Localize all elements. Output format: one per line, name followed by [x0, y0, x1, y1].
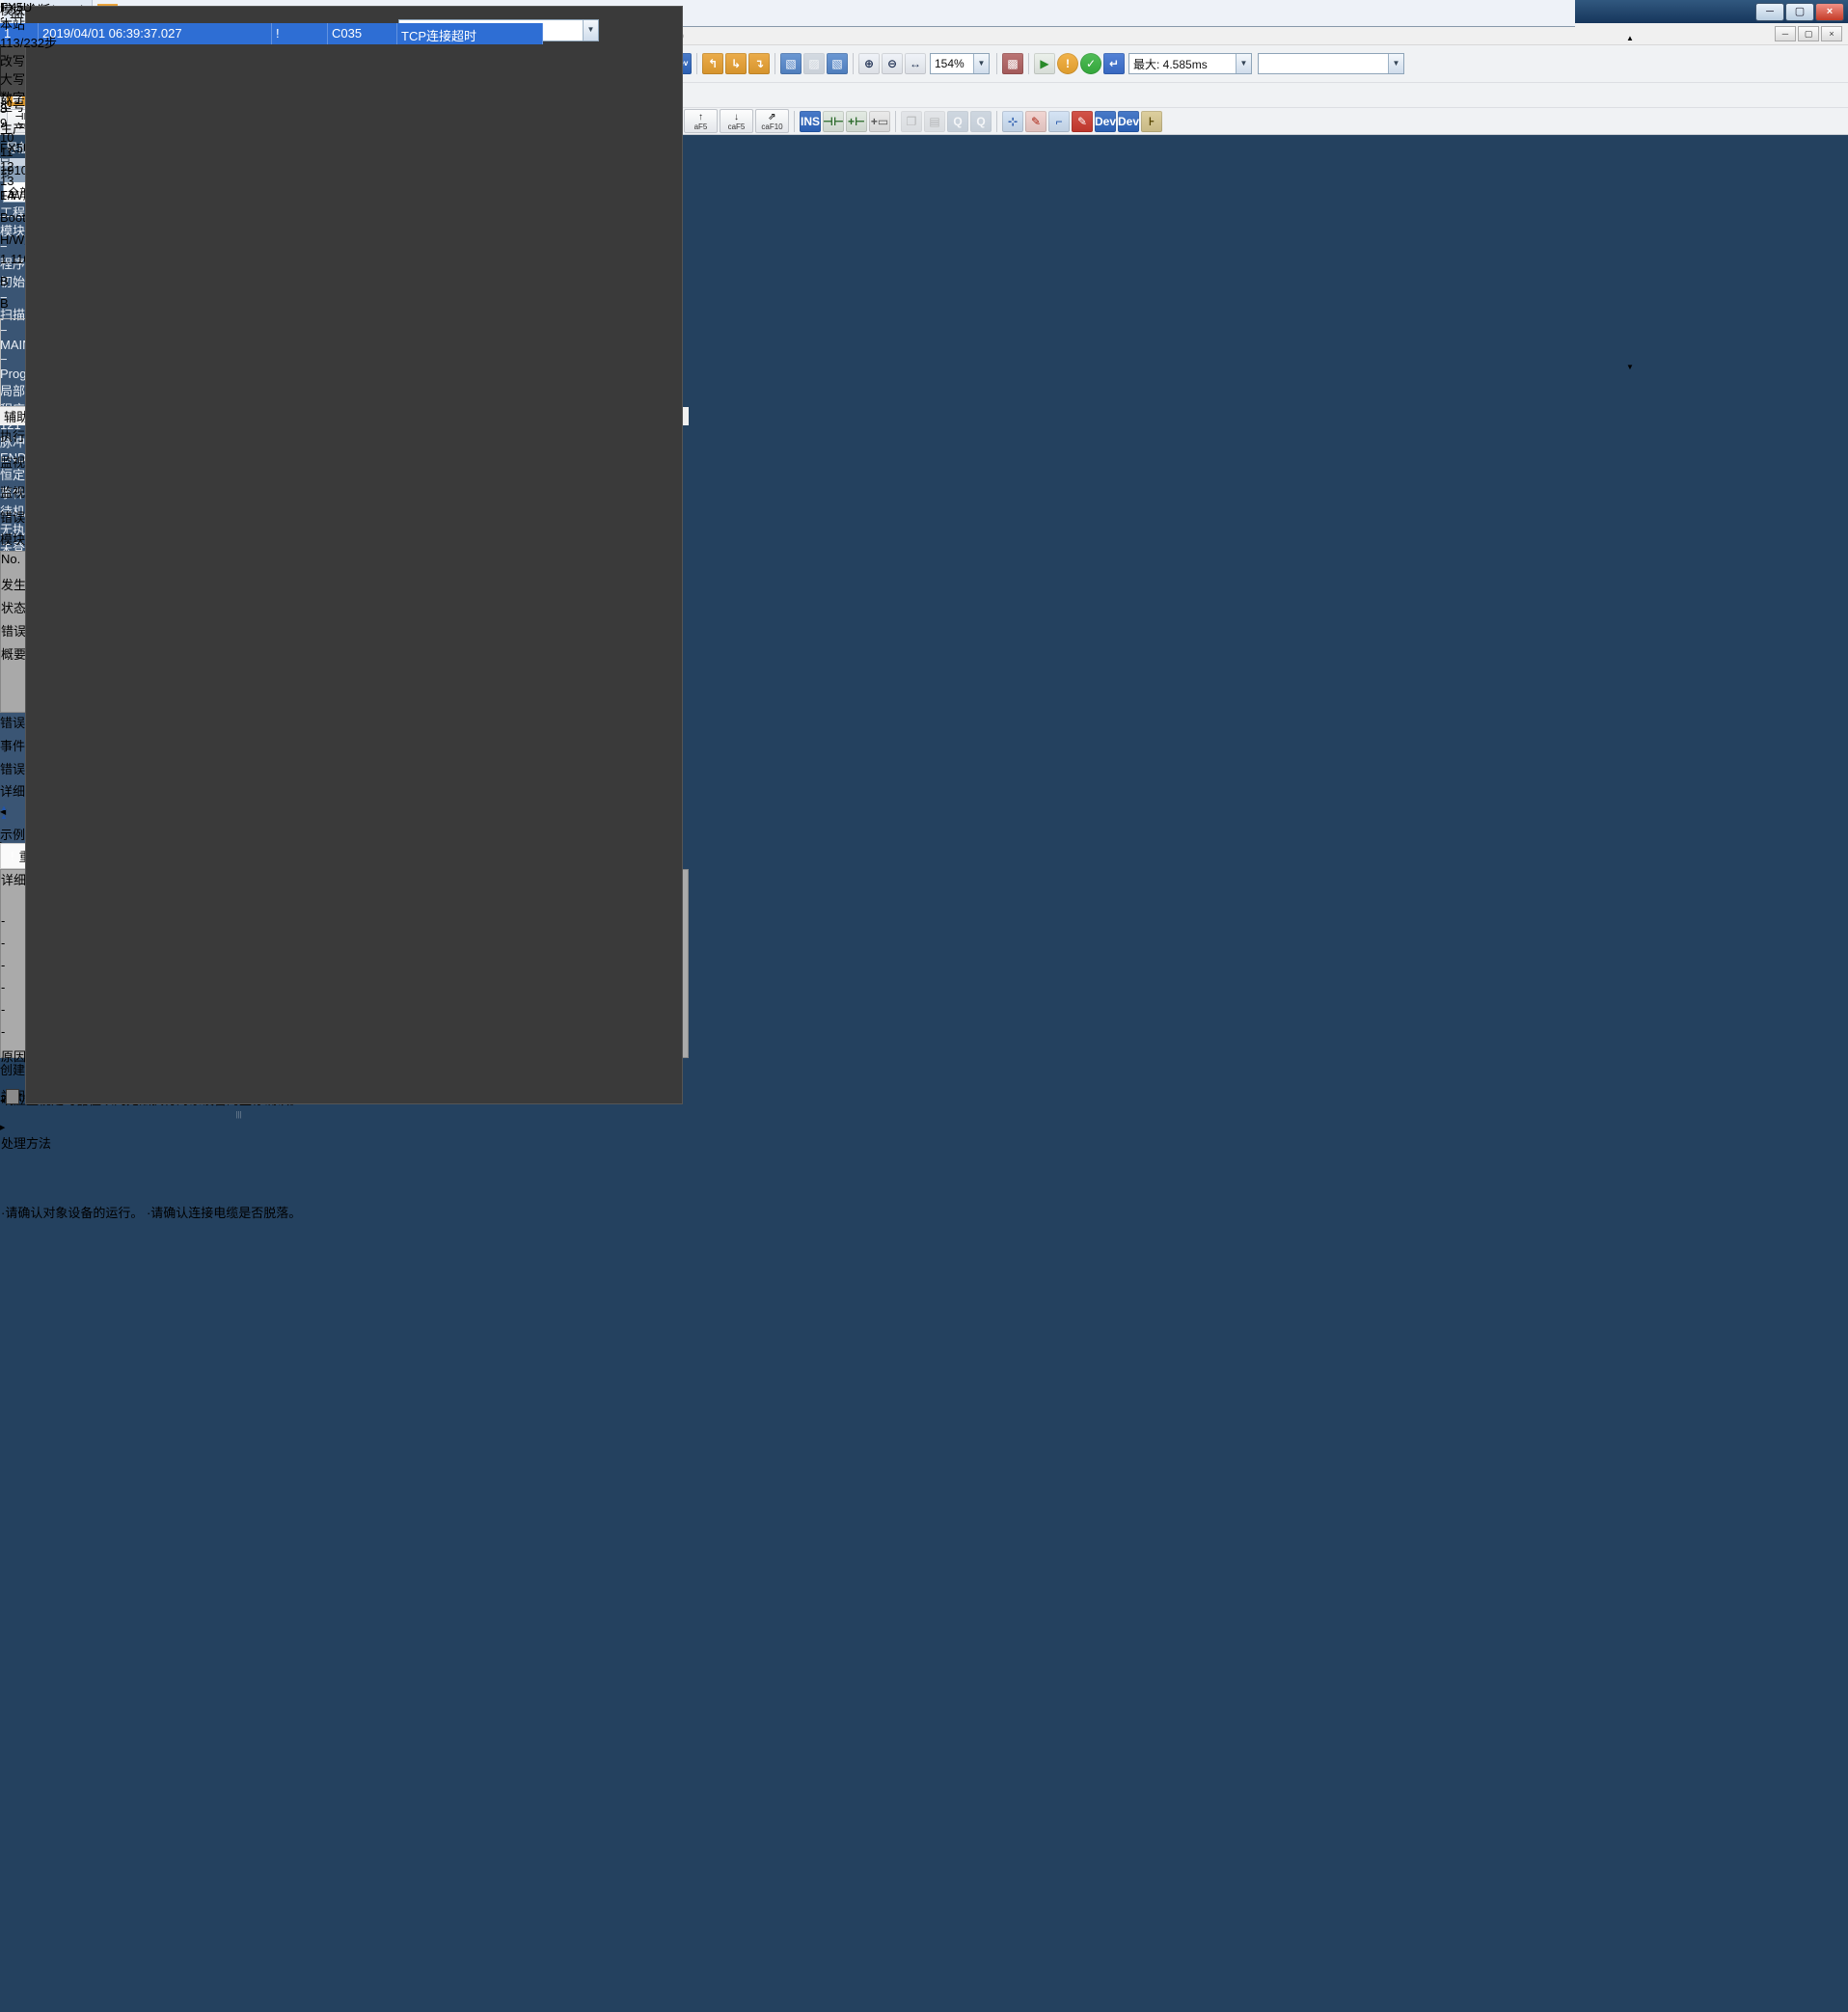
vertical-scroll-thumb[interactable]	[1626, 46, 1638, 360]
module-diagnostics-dialog: 模块诊断(CPU) × 型号 生产号 FX5U-80MT/ES 1910068 …	[0, 0, 689, 1110]
dialog-body: 型号 生产号 FX5U-80MT/ES 1910068 F/W版本 Booter…	[0, 33, 689, 1110]
error-row-cell[interactable]: !	[272, 23, 328, 44]
error-table-scrollbar[interactable]: ◀|||▶	[0, 1094, 689, 1110]
status-改写: 改写	[0, 51, 71, 69]
scroll-left-icon[interactable]: ◀	[0, 1094, 15, 1108]
status-113/232步: 113/232步	[0, 33, 158, 51]
grid-line	[0, 1588, 1575, 2012]
action-label: 处理方法	[1, 1133, 143, 1203]
warning-icon: !	[276, 26, 280, 41]
mdi-close-button[interactable]: ×	[1821, 26, 1842, 41]
scroll-down-icon[interactable]: ▼	[1626, 360, 1640, 375]
maximize-button[interactable]: ▢	[1785, 3, 1814, 21]
error-row-cell[interactable]: C035	[328, 23, 397, 44]
mdi-minimize-button[interactable]: ─	[1775, 26, 1796, 41]
scroll-up-icon[interactable]: ▲	[1626, 31, 1640, 46]
minimize-button[interactable]: ─	[1755, 3, 1784, 21]
error-row-cell[interactable]: TCP连接超时	[397, 23, 543, 44]
chevron-down-icon: ▼	[583, 20, 598, 41]
vertical-scrollbar[interactable]: ▲ ▼	[1626, 31, 1642, 803]
status-大写: 大写	[0, 69, 37, 88]
collapse-chevron-icon[interactable]: ▲▲	[0, 803, 16, 825]
status-bar: FX5U本站113/232步改写大写数字	[0, 0, 158, 106]
status-FX5U: FX5U	[0, 0, 110, 14]
mdi-restore-button[interactable]: ▢	[1798, 26, 1819, 41]
status-数字: 数字	[0, 88, 41, 106]
severity-icon: !	[11, 849, 14, 863]
mdi-window-buttons: ─ ▢ ×	[1773, 26, 1842, 41]
action-text: ·请确认对象设备的运行。 ·请确认连接电缆是否脱落。	[1, 1203, 548, 1272]
scroll-right-icon[interactable]: ▶	[0, 1121, 15, 1135]
error-scroll-thumb[interactable]: |||	[0, 1108, 477, 1121]
close-button[interactable]: ×	[1815, 3, 1844, 21]
status-本站: 本站	[0, 14, 150, 33]
